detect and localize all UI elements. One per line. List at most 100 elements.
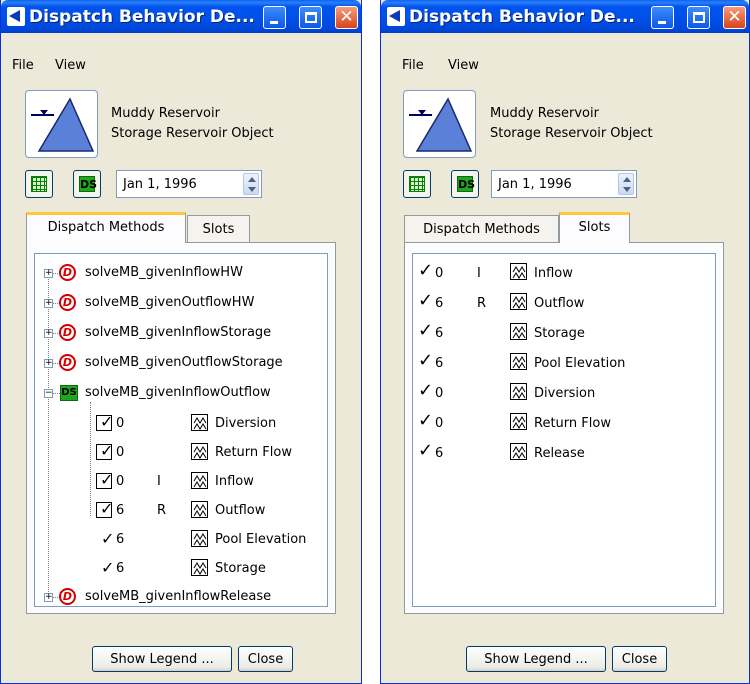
maximize-button[interactable] — [687, 6, 710, 29]
slot-name: Diversion — [215, 416, 277, 431]
slot-row[interactable]: ✓ 0 I Inflow — [413, 261, 715, 283]
method-slot-row[interactable]: ✓ 0 I Inflow — [35, 470, 327, 492]
slot-name: Release — [534, 446, 585, 461]
slot-row[interactable]: ✓ 6 Pool Elevation — [413, 351, 715, 373]
close-window-button[interactable]: ✕ — [723, 6, 746, 29]
menu-view[interactable]: View — [55, 58, 86, 73]
ds-icon: DS — [79, 176, 98, 192]
slots-list[interactable]: ✓ 0 I Inflow ✓ 6 R Outflow ✓ 6 Storage ✓… — [412, 253, 716, 607]
maximize-button[interactable] — [299, 6, 322, 29]
method-slot-row[interactable]: ✓ 6 R Outflow — [35, 499, 327, 521]
method-name: solveMB_givenInflowHW — [85, 265, 243, 280]
slot-name: Pool Elevation — [215, 532, 307, 547]
method-row[interactable]: + D solveMB_givenInflowStorage — [35, 322, 327, 344]
close-window-button[interactable]: ✕ — [335, 6, 358, 29]
dispatch-slots-button[interactable]: DS — [73, 170, 101, 198]
dispatch-behavior-window-left: Dispatch Behavior De... ✕ File View Mudd… — [0, 0, 362, 684]
slot-count: 6 — [435, 356, 444, 371]
show-legend-button[interactable]: Show Legend ... — [92, 646, 232, 672]
slot-name: Diversion — [534, 386, 596, 401]
checkbox-checked-icon: ✓ — [96, 501, 113, 518]
method-slot-row[interactable]: ✓ 0 Return Flow — [35, 441, 327, 463]
minimize-button[interactable] — [651, 6, 674, 29]
close-button[interactable]: Close — [238, 646, 293, 672]
grid-view-button[interactable] — [25, 170, 53, 198]
title-bar[interactable]: Dispatch Behavior De... ✕ — [1, 0, 361, 33]
date-spinner[interactable]: Jan 1, 1996 — [491, 170, 637, 198]
maximize-icon — [305, 12, 317, 23]
spinner-arrows-icon[interactable] — [243, 173, 259, 195]
reservoir-triangle-icon — [409, 97, 473, 152]
window-title: Dispatch Behavior De... — [409, 7, 635, 27]
title-bar[interactable]: Dispatch Behavior De... ✕ — [381, 0, 749, 33]
spinner-arrows-icon[interactable] — [618, 173, 634, 195]
reservoir-object-icon[interactable] — [403, 90, 476, 158]
slot-series-icon — [510, 383, 527, 400]
no-method-icon: D — [59, 324, 76, 341]
reservoir-object-icon[interactable] — [25, 90, 98, 158]
reservoir-triangle-icon — [31, 97, 95, 152]
checkmark-icon: ✓ — [418, 350, 434, 371]
date-value: Jan 1, 1996 — [498, 177, 572, 192]
grid-view-button[interactable] — [403, 170, 431, 198]
method-row-expanded[interactable]: − DS solveMB_givenInflowOutflow — [35, 382, 327, 404]
tab-slots[interactable]: Slots — [559, 212, 630, 243]
slot-name: Pool Elevation — [534, 356, 626, 371]
tab-slots[interactable]: Slots — [187, 215, 250, 243]
slot-row[interactable]: ✓ 6 Release — [413, 441, 715, 463]
slot-series-icon — [510, 323, 527, 340]
method-slot-row[interactable]: ✓ 6 Pool Elevation — [35, 528, 327, 550]
app-logo-icon — [387, 7, 405, 26]
slot-flag: I — [477, 266, 481, 281]
method-slot-row[interactable]: ✓ 0 Diversion — [35, 412, 327, 434]
expand-icon[interactable]: + — [44, 359, 53, 368]
slot-series-icon — [191, 472, 208, 489]
method-slot-row[interactable]: ✓ 6 Storage — [35, 557, 327, 579]
no-method-icon: D — [59, 588, 76, 605]
minimize-icon — [658, 21, 666, 24]
method-row[interactable]: + D solveMB_givenOutflowHW — [35, 292, 327, 314]
grid-icon — [31, 176, 47, 192]
method-row[interactable]: + D solveMB_givenInflowHW — [35, 262, 327, 284]
slot-row[interactable]: ✓ 0 Return Flow — [413, 411, 715, 433]
grid-icon — [409, 176, 425, 192]
slot-flag: I — [157, 474, 161, 489]
menu-file[interactable]: File — [12, 58, 34, 73]
slot-series-icon — [191, 559, 208, 576]
slot-count: 0 — [116, 416, 125, 431]
slot-count: 6 — [116, 503, 125, 518]
slot-row[interactable]: ✓ 6 Storage — [413, 321, 715, 343]
slot-name: Return Flow — [215, 445, 292, 460]
expand-icon[interactable]: + — [44, 593, 53, 602]
no-method-icon: D — [59, 354, 76, 371]
menu-file[interactable]: File — [402, 58, 424, 73]
show-legend-button[interactable]: Show Legend ... — [466, 646, 606, 672]
menu-view[interactable]: View — [448, 58, 479, 73]
method-row[interactable]: + D solveMB_givenOutflowStorage — [35, 352, 327, 374]
slot-count: 6 — [435, 296, 444, 311]
slot-flag: R — [157, 503, 167, 518]
app-logo-icon — [7, 7, 25, 26]
menu-bar: File View — [1, 58, 361, 78]
expand-icon[interactable]: + — [44, 329, 53, 338]
tab-dispatch-methods[interactable]: Dispatch Methods — [404, 215, 559, 243]
method-name: solveMB_givenInflowOutflow — [85, 385, 271, 400]
expand-icon[interactable]: + — [44, 299, 53, 308]
close-button[interactable]: Close — [612, 646, 667, 672]
slot-series-icon — [191, 443, 208, 460]
collapse-icon[interactable]: − — [44, 389, 53, 398]
slot-row[interactable]: ✓ 6 R Outflow — [413, 291, 715, 313]
date-spinner[interactable]: Jan 1, 1996 — [116, 170, 262, 198]
dispatch-methods-tree[interactable]: + D solveMB_givenInflowHW + D solveMB_gi… — [34, 253, 328, 607]
checkbox-checked-icon: ✓ — [96, 472, 113, 489]
minimize-button[interactable] — [263, 6, 286, 29]
expand-icon[interactable]: + — [44, 269, 53, 278]
dispatch-slots-button[interactable]: DS — [451, 170, 479, 198]
maximize-icon — [693, 12, 705, 23]
slot-row[interactable]: ✓ 0 Diversion — [413, 381, 715, 403]
slot-count: 6 — [116, 561, 125, 576]
checkmark-icon: ✓ — [418, 410, 434, 431]
slot-count: 6 — [116, 532, 125, 547]
tab-dispatch-methods[interactable]: Dispatch Methods — [26, 212, 186, 243]
method-row[interactable]: + D solveMB_givenInflowRelease — [35, 586, 327, 606]
